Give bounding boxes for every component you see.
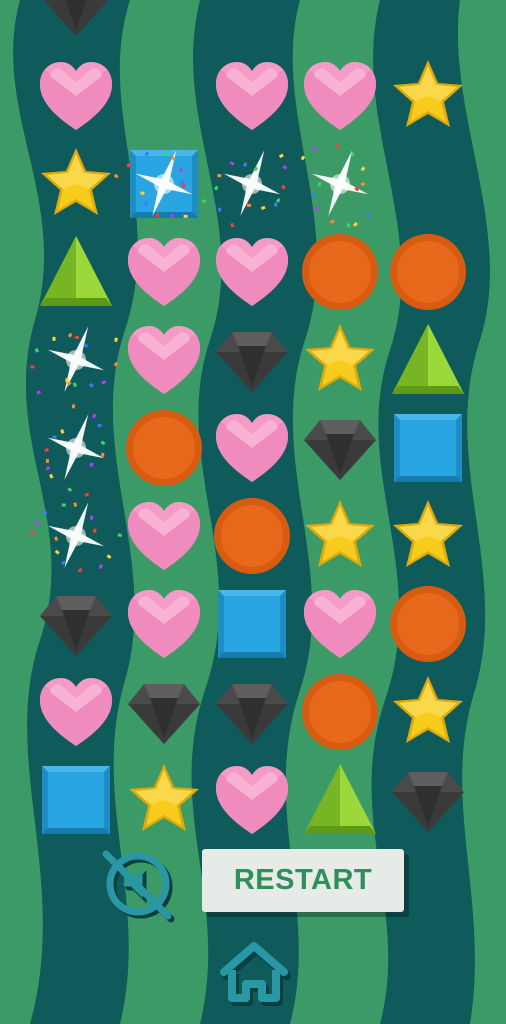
square-piece[interactable]: [120, 140, 208, 228]
heart-piece[interactable]: [120, 580, 208, 668]
triangle-piece[interactable]: [296, 756, 384, 844]
triangle-piece[interactable]: [32, 228, 120, 316]
star-piece[interactable]: [120, 756, 208, 844]
circle-piece[interactable]: [296, 228, 384, 316]
heart-piece[interactable]: [120, 492, 208, 580]
diamond-piece[interactable]: [384, 756, 472, 844]
heart-piece[interactable]: [32, 52, 120, 140]
restart-label: RESTART: [233, 864, 373, 896]
square-piece[interactable]: [208, 580, 296, 668]
heart-piece[interactable]: [120, 316, 208, 404]
heart-piece[interactable]: [208, 756, 296, 844]
heart-piece[interactable]: [32, 668, 120, 756]
diamond-piece[interactable]: [208, 668, 296, 756]
star-piece[interactable]: [384, 492, 472, 580]
star-piece[interactable]: [32, 140, 120, 228]
heart-piece[interactable]: [296, 580, 384, 668]
heart-piece[interactable]: [208, 404, 296, 492]
home-button[interactable]: [216, 938, 292, 1008]
circle-piece[interactable]: [384, 228, 472, 316]
heart-piece[interactable]: [208, 228, 296, 316]
sound-off-icon: [102, 850, 175, 923]
circle-piece[interactable]: [208, 492, 296, 580]
diamond-piece[interactable]: [296, 404, 384, 492]
circle-piece[interactable]: [384, 580, 472, 668]
triangle-piece[interactable]: [384, 316, 472, 404]
heart-piece[interactable]: [208, 52, 296, 140]
square-piece[interactable]: [32, 756, 120, 844]
circle-piece[interactable]: [296, 668, 384, 756]
star-piece[interactable]: [296, 316, 384, 404]
heart-piece[interactable]: [120, 228, 208, 316]
partial-diamond-piece[interactable]: [32, 0, 120, 48]
sound-toggle-button[interactable]: [98, 844, 178, 924]
restart-button[interactable]: RESTART: [202, 849, 404, 912]
home-icon: [220, 942, 291, 1006]
star-piece[interactable]: [384, 668, 472, 756]
diamond-piece[interactable]: [32, 580, 120, 668]
star-piece[interactable]: [384, 52, 472, 140]
game-board: [32, 52, 476, 836]
square-piece[interactable]: [384, 404, 472, 492]
star-piece[interactable]: [296, 492, 384, 580]
heart-piece[interactable]: [296, 52, 384, 140]
circle-piece[interactable]: [120, 404, 208, 492]
diamond-piece[interactable]: [208, 316, 296, 404]
diamond-piece[interactable]: [120, 668, 208, 756]
